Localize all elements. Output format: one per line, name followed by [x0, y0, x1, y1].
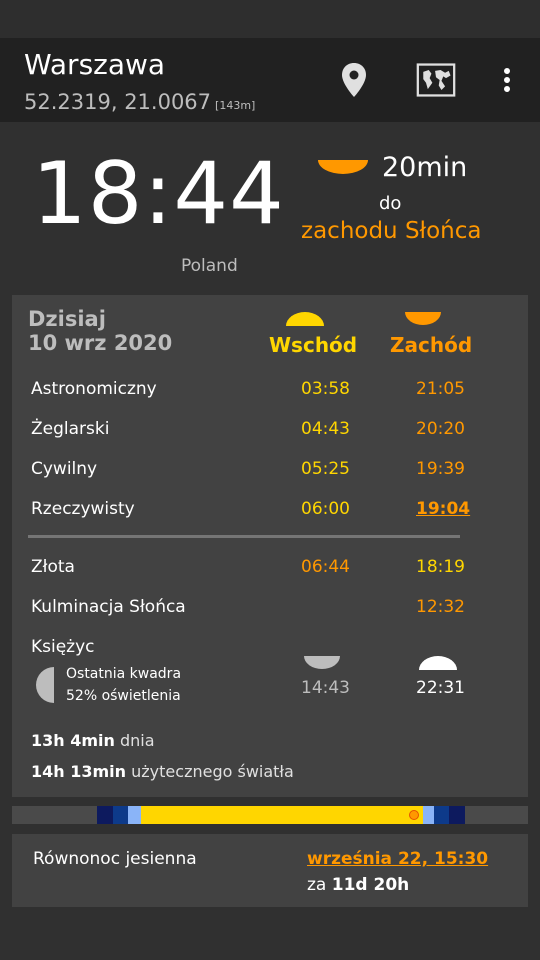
day-timeline-bar[interactable] [12, 806, 528, 824]
equinox-card: Równonoc jesienna września 22, 15:30 za … [12, 834, 528, 907]
more-vert-icon[interactable] [487, 60, 527, 100]
equinox-countdown-prefix: za [307, 875, 327, 895]
timezone-country: Poland [181, 256, 238, 276]
location-pin-icon[interactable] [334, 60, 374, 100]
timeline-nautical-evening-segment [434, 806, 449, 824]
actual-sunset: 19:04 [416, 499, 471, 519]
timeline-day-segment [141, 806, 423, 824]
today-label: Dzisiaj [28, 307, 106, 331]
moonset-time: 22:31 [416, 678, 465, 698]
solar-noon-label: Kulminacja Słońca [31, 597, 186, 617]
countdown-value: 20min [382, 152, 468, 183]
status-bar [0, 0, 540, 38]
timeline-night-evening-segment [449, 806, 465, 824]
equinox-date-link[interactable]: września 22, 15:30 [307, 849, 488, 869]
civil-sunset: 19:39 [416, 459, 465, 479]
nautical-sunset: 20:20 [416, 419, 465, 439]
sunrise-column-header: Wschód [269, 333, 358, 357]
timeline-nautical-segment [113, 806, 128, 824]
twilight-label-nautical: Żeglarski [31, 419, 110, 439]
timeline-civil-segment [128, 806, 141, 824]
moonrise-icon [304, 656, 340, 669]
day-length-text: dnia [120, 731, 155, 750]
current-date: 10 wrz 2020 [28, 331, 173, 355]
map-icon[interactable] [416, 60, 456, 100]
sunset-column-header: Zachód [390, 333, 473, 357]
useful-light: 14h 13min użytecznego światła [31, 762, 294, 781]
civil-sunrise: 05:25 [301, 459, 350, 479]
altitude-value: [143m] [215, 99, 256, 112]
nautical-sunrise: 04:43 [301, 419, 350, 439]
moon-phase-name: Ostatnia kwadra [66, 666, 182, 682]
current-time-marker [409, 810, 419, 820]
astronomical-sunrise: 03:58 [301, 379, 350, 399]
location-coordinates: 52.2319, 21.0067 [143m] [24, 90, 255, 114]
golden-hour-morning: 06:44 [301, 557, 350, 577]
moon-phase-icon [36, 667, 54, 703]
sunset-half-sun-icon [318, 160, 368, 174]
equinox-label: Równonoc jesienna [33, 849, 197, 869]
astronomical-sunset: 21:05 [416, 379, 465, 399]
solar-noon-time: 12:32 [416, 597, 465, 617]
sun-times-card: Dzisiaj 10 wrz 2020 Wschód Zachód Astron… [12, 295, 528, 797]
moon-illumination: 52% oświetlenia [66, 688, 181, 704]
sunset-column-icon [405, 312, 441, 325]
actual-sunrise: 06:00 [301, 499, 350, 519]
timeline-civil-evening-segment [423, 806, 434, 824]
twilight-label-actual: Rzeczywisty [31, 499, 135, 519]
twilight-label-civil: Cywilny [31, 459, 98, 479]
moon-label: Księżyc [31, 637, 95, 657]
golden-hour-evening: 18:19 [416, 557, 465, 577]
sunrise-half-sun-icon [286, 312, 324, 326]
countdown-event: zachodu Słońca [301, 218, 482, 244]
equinox-countdown-value: 11d 20h [331, 875, 410, 895]
golden-hour-label: Złota [31, 557, 75, 577]
useful-light-text: użytecznego światła [131, 762, 294, 781]
day-length-value: 13h 4min [31, 731, 115, 750]
useful-light-value: 14h 13min [31, 762, 127, 781]
section-divider [28, 535, 460, 538]
twilight-label-astronomical: Astronomiczny [31, 379, 157, 399]
location-name[interactable]: Warszawa [24, 48, 165, 81]
countdown-preposition: do [379, 193, 402, 214]
timeline-night-segment [97, 806, 113, 824]
coordinates-value: 52.2319, 21.0067 [24, 90, 212, 114]
day-length: 13h 4min dnia [31, 731, 155, 750]
moonset-icon [419, 656, 457, 670]
current-time: 18:44 [32, 144, 285, 244]
moonrise-time: 14:43 [301, 678, 350, 698]
app-bar: Warszawa 52.2319, 21.0067 [143m] [0, 38, 540, 122]
equinox-countdown: za 11d 20h [307, 875, 409, 895]
